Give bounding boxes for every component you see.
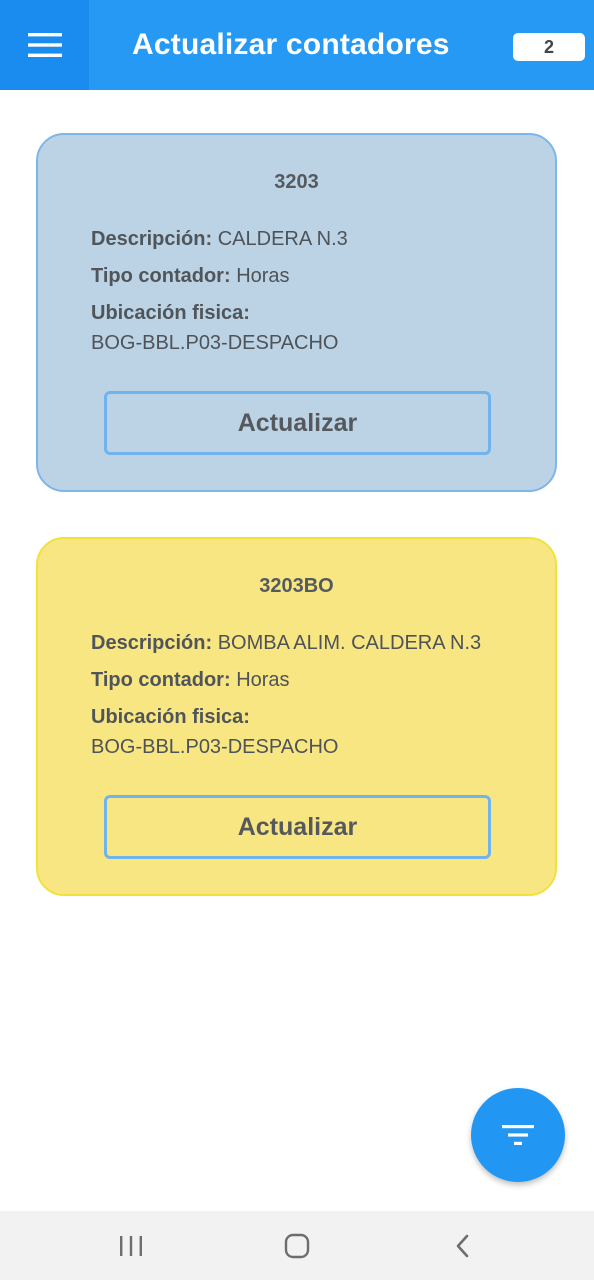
back-button[interactable] — [433, 1211, 493, 1280]
system-nav-bar — [0, 1211, 594, 1280]
description-row: Descripción: CALDERA N.3 — [91, 228, 348, 251]
type-row: Tipo contador: Horas — [91, 669, 290, 692]
menu-button[interactable] — [0, 0, 89, 90]
description-value: CALDERA N.3 — [217, 228, 348, 250]
type-label: Tipo contador: — [91, 265, 231, 287]
location-value: BOG-BBL.P03-DESPACHO — [91, 332, 339, 354]
type-value: Horas — [236, 265, 290, 287]
location-value: BOG-BBL.P03-DESPACHO — [91, 736, 339, 758]
hamburger-menu-icon — [27, 33, 62, 57]
update-button[interactable]: Actualizar — [104, 795, 491, 859]
filter-button[interactable] — [471, 1088, 565, 1182]
type-label: Tipo contador: — [91, 669, 231, 691]
recent-apps-icon — [120, 1235, 142, 1256]
counter-code: 3203 — [274, 171, 319, 193]
location-label: Ubicación fisica: — [91, 302, 250, 324]
location-label-row: Ubicación fisica: — [91, 706, 250, 729]
page-title: Actualizar contadores — [132, 28, 450, 61]
description-label: Descripción: — [91, 632, 213, 654]
description-value: BOMBA ALIM. CALDERA N.3 — [217, 632, 482, 654]
top-app-bar: Actualizar contadores 2 — [0, 0, 594, 90]
location-label: Ubicación fisica: — [91, 706, 250, 728]
update-button[interactable]: Actualizar — [104, 391, 491, 455]
home-button[interactable] — [267, 1211, 327, 1280]
back-icon — [456, 1234, 469, 1257]
location-label-row: Ubicación fisica: — [91, 302, 250, 325]
description-row: Descripción: BOMBA ALIM. CALDERA N.3 — [91, 632, 481, 655]
type-row: Tipo contador: Horas — [91, 265, 290, 288]
counter-card: 3203BO Descripción: BOMBA ALIM. CALDERA … — [36, 537, 557, 896]
filter-icon — [502, 1125, 534, 1145]
app-screen: Actualizar contadores 2 3203 Descripción… — [0, 0, 594, 1280]
count-badge: 2 — [513, 33, 585, 61]
type-value: Horas — [236, 669, 290, 691]
recent-apps-button[interactable] — [101, 1211, 161, 1280]
description-label: Descripción: — [91, 228, 213, 250]
counter-card: 3203 Descripción: CALDERA N.3 Tipo conta… — [36, 133, 557, 492]
home-icon — [284, 1233, 310, 1258]
counter-code: 3203BO — [259, 575, 334, 597]
